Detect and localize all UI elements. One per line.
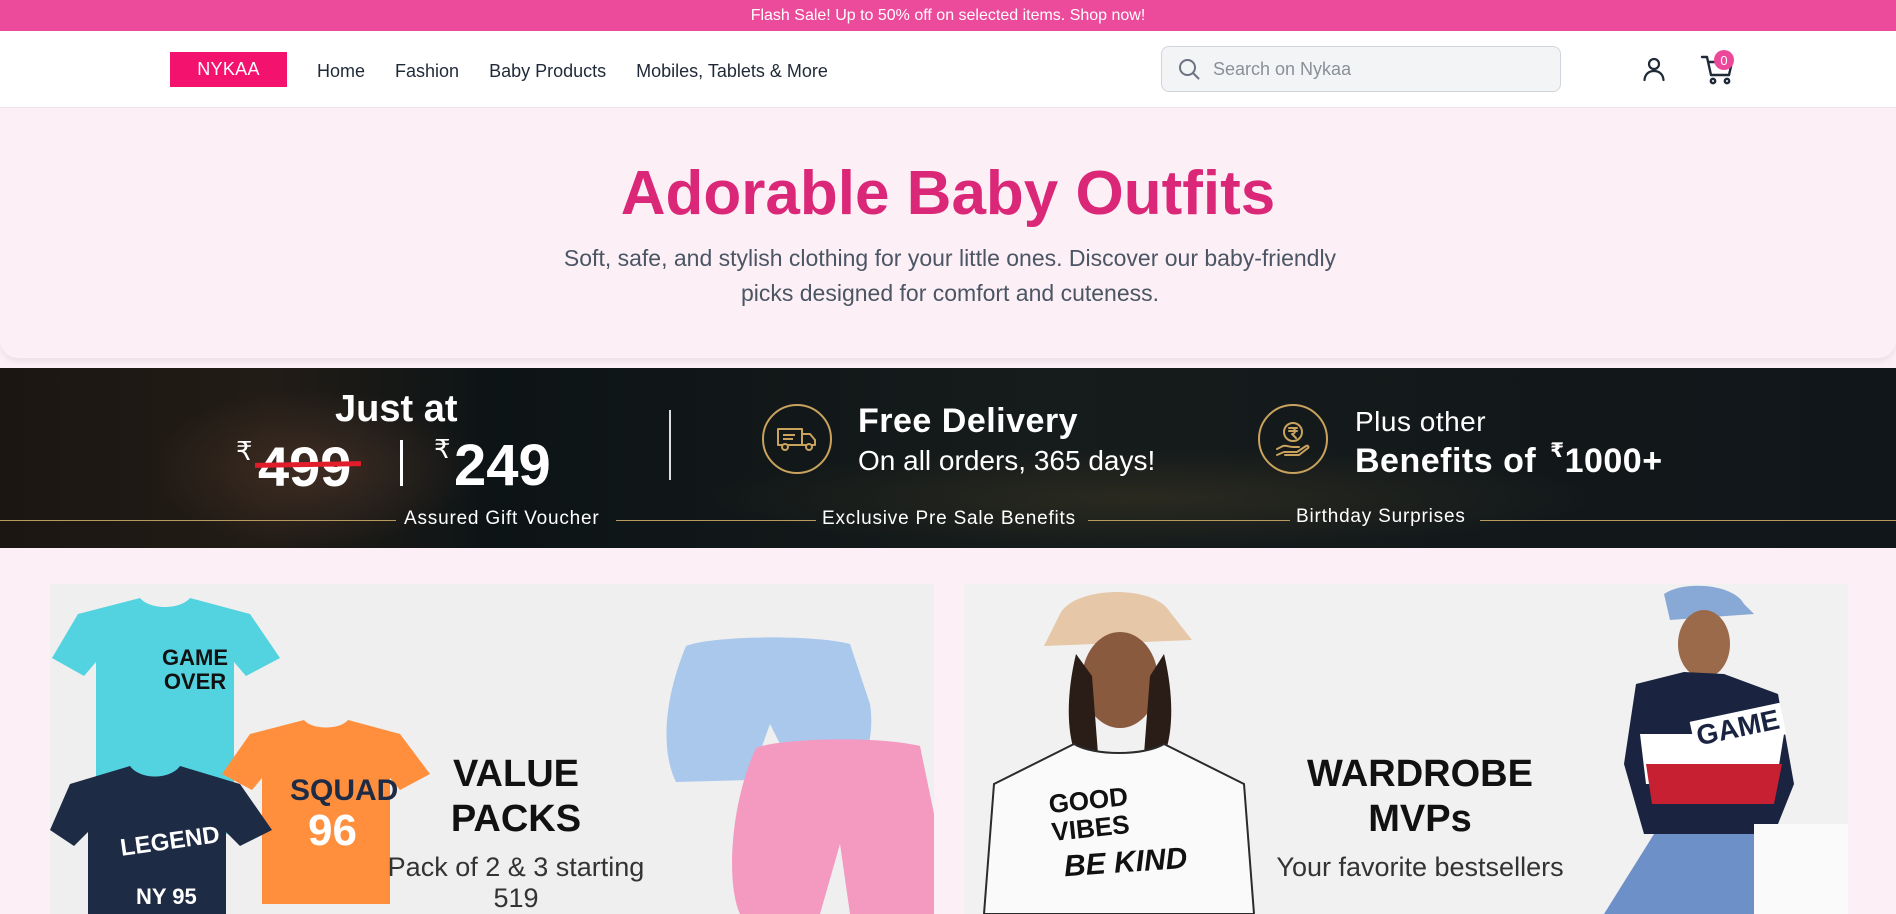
nav-mobiles-tablets[interactable]: Mobiles, Tablets & More xyxy=(636,59,828,83)
site-header: NYKAA Home Fashion Baby Products Mobiles… xyxy=(0,31,1896,108)
main-nav: Home Fashion Baby Products Mobiles, Tabl… xyxy=(317,59,858,83)
tee-text: OVER xyxy=(163,669,227,694)
hero-section: Adorable Baby Outfits Soft, safe, and st… xyxy=(0,108,1896,358)
promo-just-at: Just at xyxy=(335,388,458,430)
gold-rule xyxy=(1088,520,1290,521)
card-title-line: MVPs xyxy=(1368,798,1472,840)
cart-count-badge: 0 xyxy=(1714,50,1734,70)
gold-rule xyxy=(0,520,396,521)
wardrobe-mvps-subtitle: Your favorite bestsellers xyxy=(1276,852,1564,882)
search-box[interactable] xyxy=(1161,46,1561,92)
card-title-line: VALUE xyxy=(453,753,579,795)
flash-sale-text: Flash Sale! Up to 50% off on selected it… xyxy=(750,6,1146,24)
value-packs-card[interactable]: GAME OVER SQUAD 96 LEGEND NY 95 VALUE PA… xyxy=(50,584,934,914)
benefit-gift-voucher: Assured Gift Voucher xyxy=(404,508,600,529)
rupee-hand-icon xyxy=(1258,404,1328,474)
tee-text-good-vibes: GOOD VIBES xyxy=(1047,781,1132,847)
benefits-text: Benefits of ₹1000+ xyxy=(1355,440,1663,481)
old-price-currency: ₹ xyxy=(236,436,253,466)
benefits-currency: ₹ xyxy=(1550,440,1565,462)
benefits-amount: 1000+ xyxy=(1564,442,1663,480)
value-packs-title: VALUE PACKS xyxy=(406,752,626,842)
benefit-birthday: Birthday Surprises xyxy=(1296,506,1466,527)
promo-divider xyxy=(669,410,671,480)
new-price: 249 xyxy=(454,433,551,498)
new-price-currency: ₹ xyxy=(434,434,451,464)
nav-home[interactable]: Home xyxy=(317,59,365,83)
card-title-line: WARDROBE xyxy=(1307,753,1533,795)
gold-rule xyxy=(616,520,816,521)
price-separator xyxy=(400,440,403,486)
search-icon xyxy=(1179,59,1200,80)
flash-sale-banner[interactable]: Flash Sale! Up to 50% off on selected it… xyxy=(0,0,1896,31)
benefit-pre-sale: Exclusive Pre Sale Benefits xyxy=(822,508,1076,529)
wardrobe-mvps-title: WARDROBE MVPs xyxy=(1270,752,1570,842)
nykaa-logo[interactable]: NYKAA xyxy=(170,52,287,87)
tee-text-ny95: NY 95 xyxy=(136,884,197,909)
free-delivery-title: Free Delivery xyxy=(858,402,1079,440)
promo-banner[interactable]: Just at ₹ 499 ₹ 249 Free Delivery On all… xyxy=(0,368,1896,548)
gold-rule xyxy=(1480,520,1896,521)
plus-other-text: Plus other xyxy=(1355,406,1487,437)
tee-text-squad: SQUAD xyxy=(290,774,399,807)
tee-text-96: 96 xyxy=(308,806,357,855)
tee-text-game-over: GAME OVER xyxy=(162,646,228,694)
wardrobe-mvps-card[interactable]: GOOD VIBES BE KIND GAME WARDROBE MVPs Yo… xyxy=(964,584,1848,914)
hero-title: Adorable Baby Outfits xyxy=(620,159,1276,228)
search-input[interactable] xyxy=(1213,58,1533,80)
user-account-icon[interactable] xyxy=(1640,55,1668,83)
value-packs-subtitle: Pack of 2 & 3 starting 519 xyxy=(387,852,645,913)
tee-text: GAME xyxy=(162,645,228,670)
benefits-prefix: Benefits of xyxy=(1355,442,1537,480)
hero-subtitle: Soft, safe, and stylish clothing for you… xyxy=(563,245,1337,306)
delivery-truck-icon xyxy=(762,404,832,474)
free-delivery-subtitle: On all orders, 365 days! xyxy=(858,445,1156,476)
card-title-line: PACKS xyxy=(450,798,582,840)
nav-fashion[interactable]: Fashion xyxy=(395,59,459,83)
nav-baby-products[interactable]: Baby Products xyxy=(489,59,606,83)
